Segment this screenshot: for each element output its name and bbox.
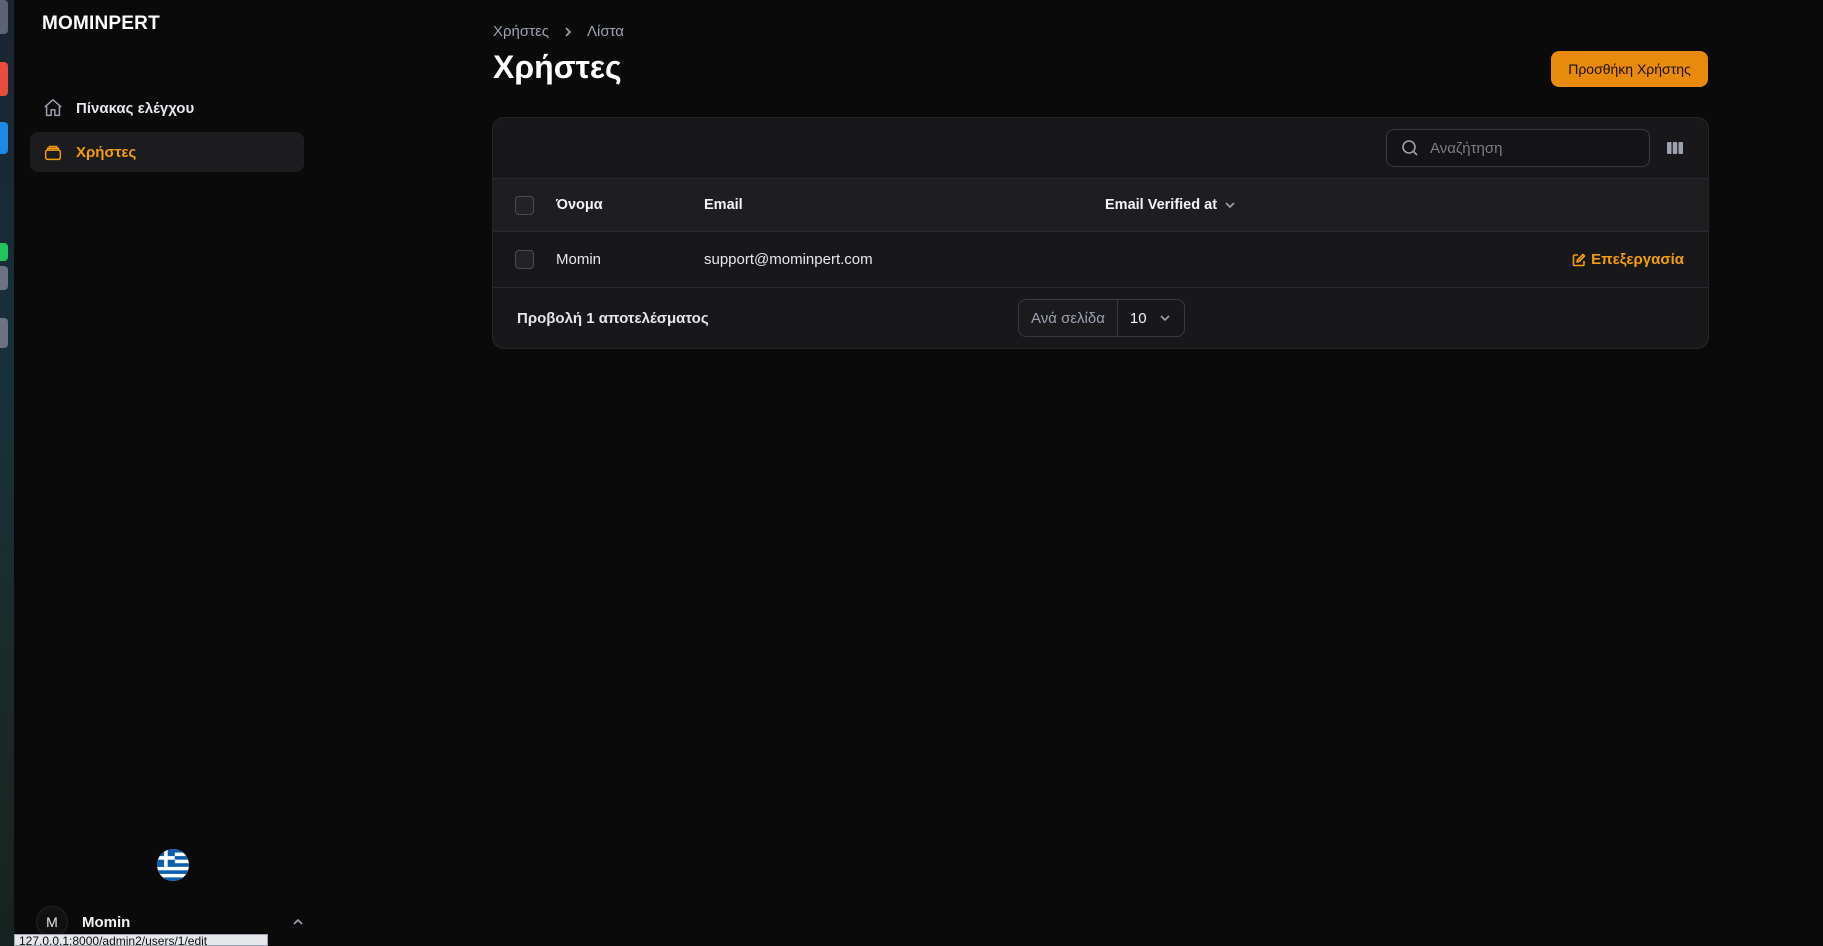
edit-icon — [1572, 253, 1586, 267]
sidebar-item-users[interactable]: Χρήστες — [30, 132, 304, 172]
chevron-up-icon — [290, 914, 306, 930]
home-icon — [42, 97, 64, 119]
breadcrumb-item-users[interactable]: Χρήστες — [493, 23, 549, 40]
cell-name: Momin — [556, 251, 602, 268]
sidebar-item-label: Χρήστες — [76, 143, 137, 161]
sidebar: MOMINPERT Πίνακας ελέγχου Χρήστες M Momi… — [14, 0, 314, 946]
sidebar-nav: Πίνακας ελέγχου Χρήστες — [30, 88, 304, 176]
chevron-right-icon — [561, 25, 575, 39]
search-box[interactable] — [1386, 129, 1650, 167]
cell-email: support@mominpert.com — [704, 251, 873, 268]
desktop-app-icon — [0, 122, 8, 154]
select-all-checkbox[interactable] — [515, 196, 534, 215]
table-row[interactable]: Momin support@mominpert.com Επεξεργασία — [493, 232, 1708, 288]
edit-button[interactable]: Επεξεργασία — [1572, 232, 1684, 287]
column-header-email[interactable]: Email — [704, 179, 743, 231]
desktop-edge — [0, 0, 14, 946]
browser-status-url: 127.0.0.1:8000/admin2/users/1/edit — [14, 934, 268, 946]
table-header: Όνομα Email Email Verified at — [493, 179, 1708, 232]
user-name: Momin — [82, 913, 131, 931]
row-checkbox[interactable] — [515, 250, 534, 269]
breadcrumb-item-list: Λίστα — [586, 23, 624, 40]
per-page-value: 10 — [1129, 309, 1147, 327]
column-header-email-verified[interactable]: Email Verified at — [1105, 179, 1237, 231]
per-page-select[interactable]: Ανά σελίδα 10 — [1018, 299, 1185, 337]
table-toolbar — [493, 118, 1708, 179]
desktop-app-icon — [0, 62, 8, 96]
chevron-down-icon — [1158, 311, 1172, 325]
results-count: Προβολή 1 αποτελέσματος — [517, 309, 709, 327]
brand-logo[interactable]: MOMINPERT — [42, 13, 160, 35]
table-footer: Προβολή 1 αποτελέσματος Ανά σελίδα 10 — [493, 288, 1708, 348]
column-header-label: Email Verified at — [1105, 197, 1218, 213]
desktop-app-icon — [0, 318, 8, 348]
chevron-down-icon — [1223, 198, 1237, 212]
desktop-app-icon — [0, 243, 8, 261]
desktop-window-edge — [0, 0, 8, 34]
breadcrumb: Χρήστες Λίστα — [493, 23, 624, 40]
page-title: Χρήστες — [493, 49, 622, 85]
per-page-label: Ανά σελίδα — [1019, 300, 1118, 336]
per-page-dropdown[interactable]: 10 — [1118, 310, 1184, 327]
add-user-button[interactable]: Προσθήκη Χρήστης — [1551, 51, 1708, 87]
users-stack-icon — [42, 141, 64, 163]
sidebar-item-dashboard[interactable]: Πίνακας ελέγχου — [30, 88, 304, 128]
sidebar-item-label: Πίνακας ελέγχου — [76, 99, 195, 117]
columns-toggle-icon[interactable] — [1665, 138, 1685, 158]
column-header-name[interactable]: Όνομα — [556, 179, 603, 231]
desktop-app-icon — [0, 266, 8, 290]
search-icon — [1400, 138, 1420, 158]
search-input[interactable] — [1430, 139, 1630, 157]
users-table-card: Όνομα Email Email Verified at Momin supp… — [492, 117, 1709, 349]
edit-label: Επεξεργασία — [1591, 251, 1684, 268]
greece-flag-icon[interactable] — [157, 849, 189, 881]
